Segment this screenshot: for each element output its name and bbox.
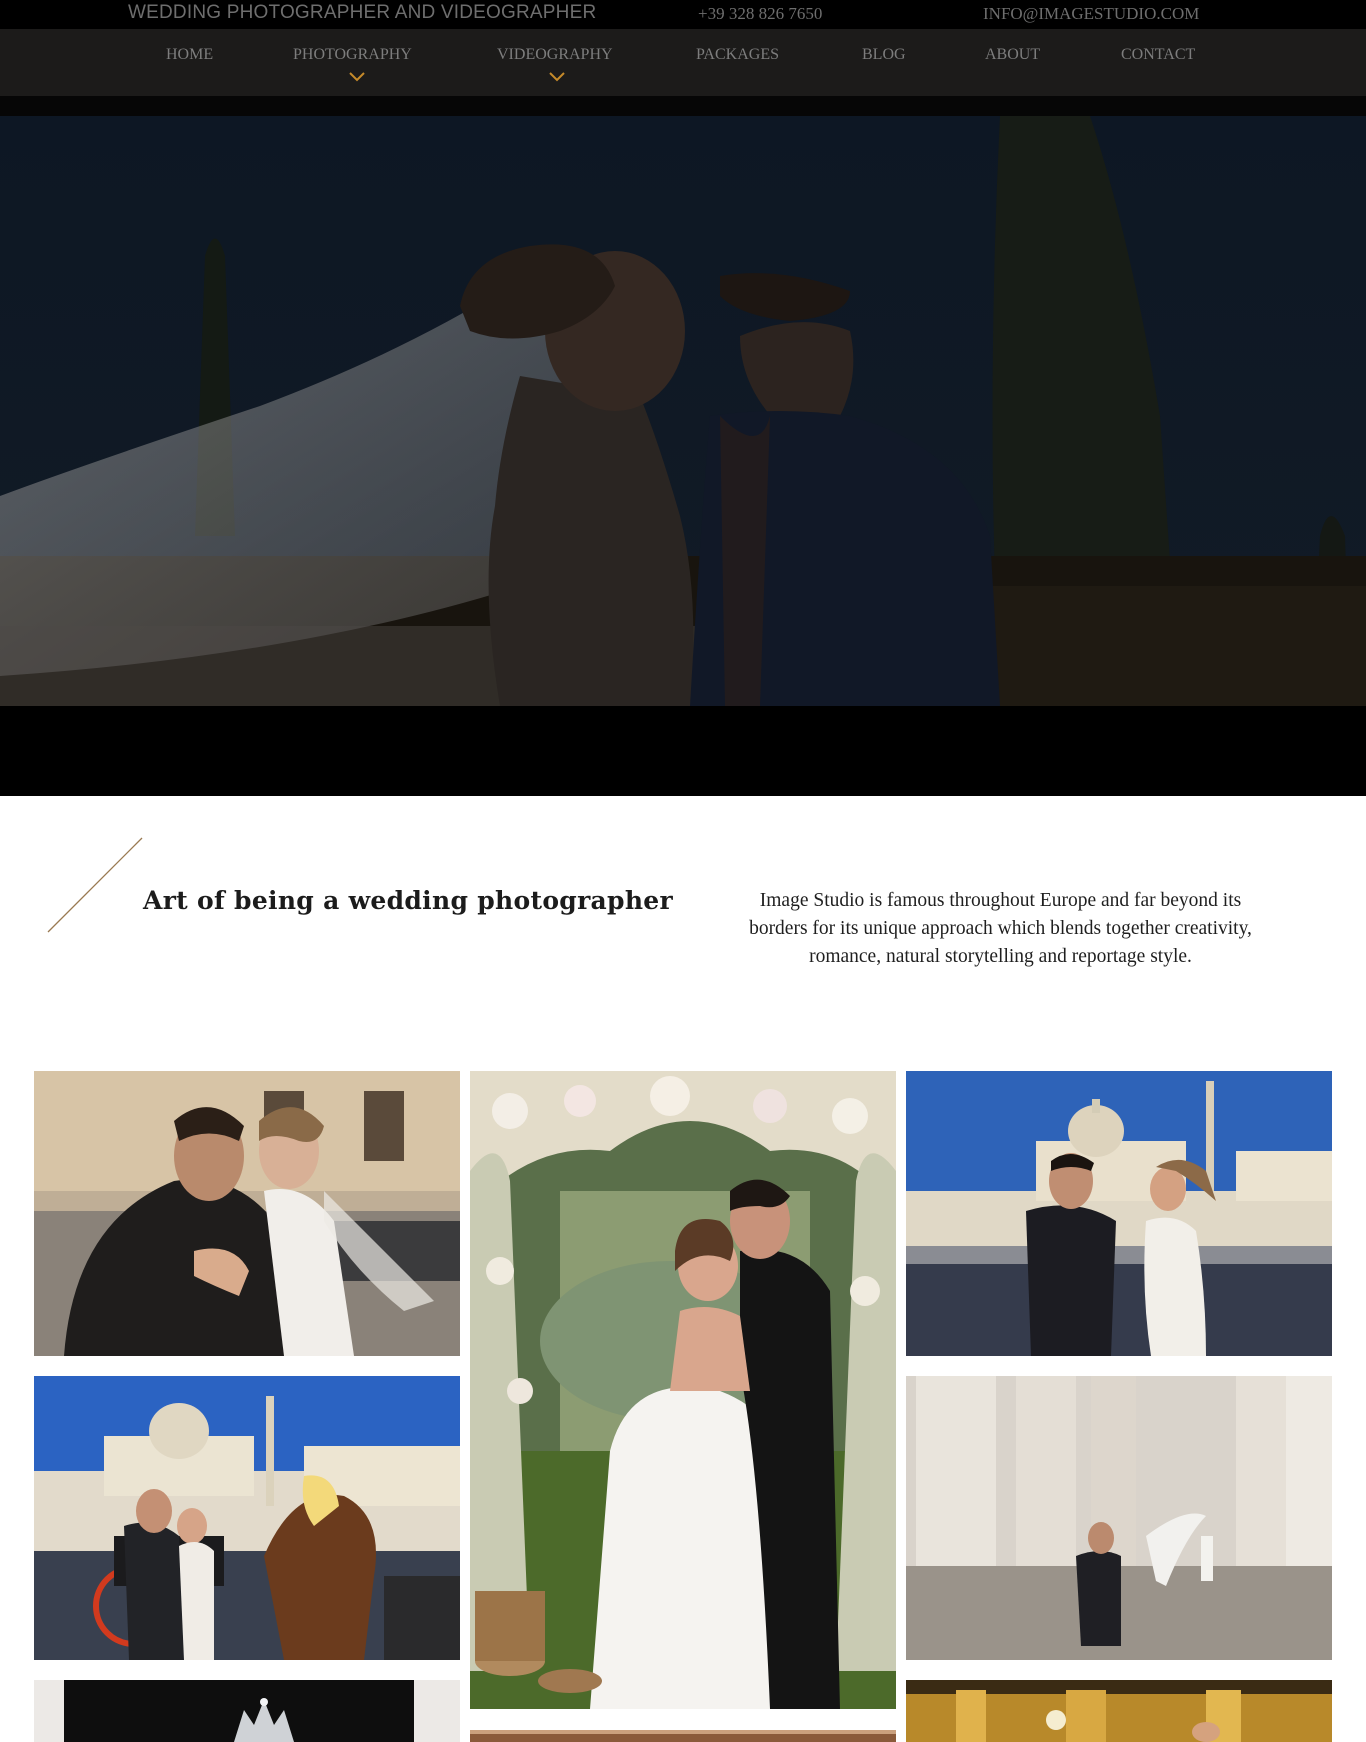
- nav-item-photography[interactable]: PHOTOGRAPHY: [293, 46, 412, 64]
- gallery-photo-colonnade[interactable]: [906, 1376, 1332, 1660]
- main-navigation: HOME PHOTOGRAPHY VIDEOGRAPHY PACKAGES BL…: [0, 29, 1366, 96]
- site-tagline: WEDDING PHOTOGRAPHER AND VIDEOGRAPHER: [128, 2, 597, 23]
- nav-item-about[interactable]: ABOUT: [985, 46, 1040, 64]
- decorative-diagonal-line: [47, 837, 143, 933]
- chevron-down-icon[interactable]: [348, 71, 366, 83]
- gallery-photo-reception-hall[interactable]: [906, 1680, 1332, 1742]
- nav-item-blog[interactable]: BLOG: [862, 46, 906, 64]
- gallery-photo-flower-arch[interactable]: [470, 1071, 896, 1709]
- phone-link[interactable]: +39 328 826 7650: [698, 4, 822, 24]
- gallery-photo-tiara[interactable]: [34, 1680, 460, 1742]
- email-link[interactable]: INFO@IMAGESTUDIO.COM: [983, 4, 1199, 24]
- nav-item-videography[interactable]: VIDEOGRAPHY: [497, 46, 613, 64]
- hero-bottom-band: [0, 706, 1366, 796]
- nav-item-contact[interactable]: CONTACT: [1121, 46, 1195, 64]
- chevron-down-icon[interactable]: [548, 71, 566, 83]
- top-info-bar: WEDDING PHOTOGRAPHER AND VIDEOGRAPHER +3…: [0, 0, 1366, 29]
- gallery-photo-couple-partial[interactable]: [470, 1730, 896, 1742]
- section-title: Art of being a wedding photographer: [143, 886, 673, 915]
- nav-shadow-band: [0, 96, 1366, 116]
- gallery-photo-st-peters[interactable]: [906, 1071, 1332, 1356]
- gallery-photo-couple-embrace[interactable]: [34, 1071, 460, 1356]
- hero-image-couple-kiss: [0, 116, 1366, 706]
- section-description: Image Studio is famous throughout Europe…: [749, 890, 1252, 967]
- gallery-photo-horse-carriage[interactable]: [34, 1376, 460, 1660]
- nav-item-home[interactable]: HOME: [166, 46, 213, 64]
- nav-item-packages[interactable]: PACKAGES: [696, 46, 779, 64]
